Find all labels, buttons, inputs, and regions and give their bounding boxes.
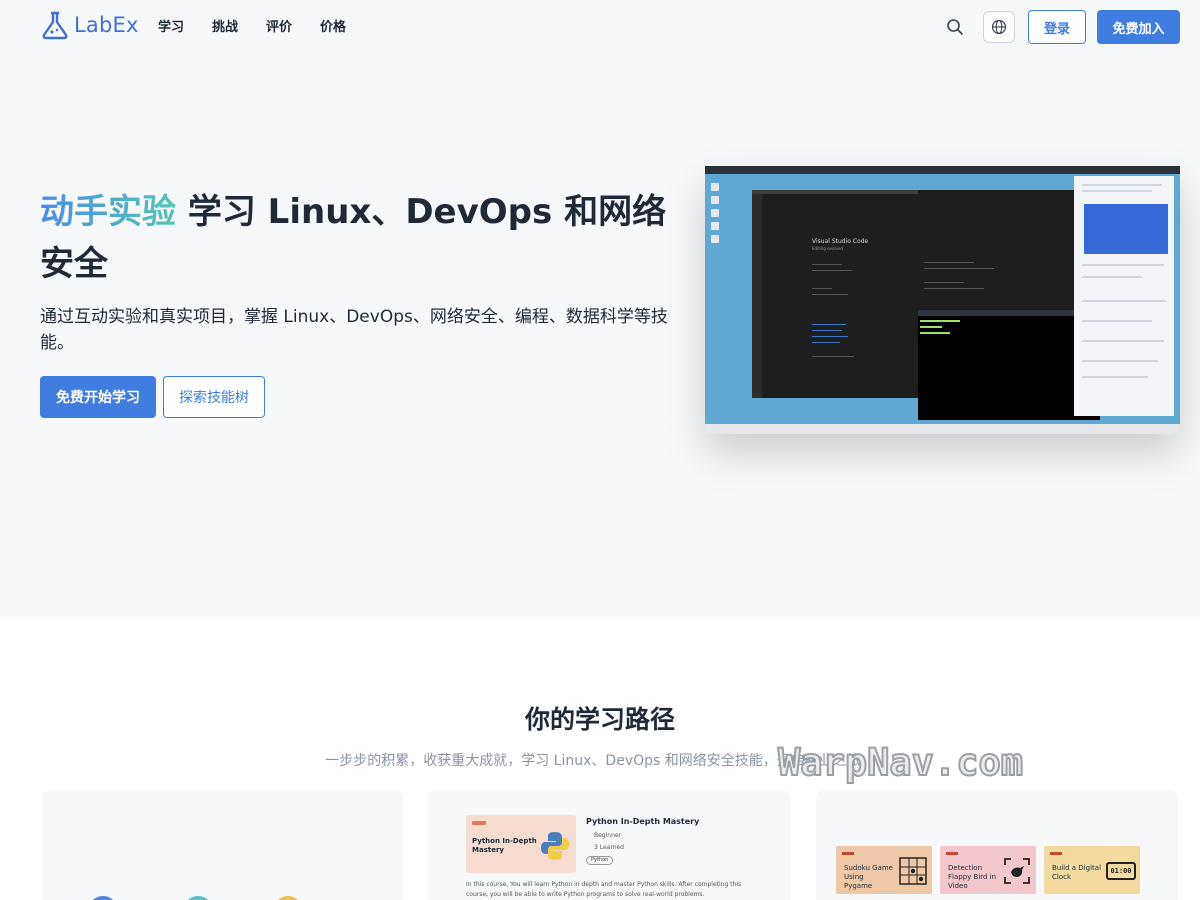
screenshot-editor-pane bbox=[918, 190, 1074, 310]
logo[interactable]: LabEx bbox=[40, 10, 139, 40]
project-card-sudoku[interactable]: Sudoku Game Using Pygame bbox=[836, 846, 932, 894]
course-description: In this course, You will learn Python in… bbox=[466, 881, 742, 898]
project-cards-row: Sudoku Game Using Pygame Detection Flapp… bbox=[816, 790, 1178, 900]
screenshot-topbar bbox=[705, 166, 1180, 174]
project-label: Detection Flappy Bird in Video bbox=[948, 864, 997, 890]
watermark: WarpNav.com bbox=[777, 740, 1024, 785]
search-button[interactable] bbox=[942, 14, 968, 40]
language-button[interactable] bbox=[983, 11, 1015, 43]
nav-reviews[interactable]: 评价 bbox=[266, 16, 292, 35]
top-navbar: LabEx 学习 挑战 评价 价格 登录 免费加入 bbox=[0, 0, 1200, 52]
logo-text: LabEx bbox=[74, 13, 139, 37]
sudoku-grid-icon bbox=[899, 857, 927, 885]
nav-challenge[interactable]: 挑战 bbox=[212, 16, 238, 35]
join-free-button[interactable]: 免费加入 bbox=[1097, 10, 1180, 44]
start-learning-button[interactable]: 免费开始学习 bbox=[40, 376, 156, 418]
vscode-title: Visual Studio Code bbox=[812, 238, 869, 245]
learning-path-title: 你的学习路径 bbox=[524, 705, 675, 734]
nav-learn[interactable]: 学习 bbox=[158, 16, 184, 35]
digital-clock-icon: 01:00 bbox=[1106, 862, 1136, 880]
project-card-flappy-bird[interactable]: Detection Flappy Bird in Video bbox=[940, 846, 1036, 894]
learning-path-card[interactable] bbox=[43, 790, 403, 900]
vscode-subtitle: Editing evolved bbox=[812, 246, 843, 251]
screenshot-video bbox=[1084, 204, 1168, 254]
bird-detection-icon bbox=[1004, 858, 1030, 884]
path-step-dot bbox=[273, 896, 303, 900]
path-step-dot bbox=[88, 896, 118, 900]
course-title[interactable]: Python In-Depth Mastery bbox=[586, 817, 699, 826]
course-thumbnail-label: Python In-Depth Mastery bbox=[472, 837, 537, 854]
hero-title: 动手实验 学习 Linux、DevOps 和网络安全 bbox=[40, 186, 700, 290]
project-card-digital-clock[interactable]: Build a Digital Clock 01:00 bbox=[1044, 846, 1140, 894]
screenshot-dock bbox=[709, 178, 723, 258]
course-card[interactable]: Python In-Depth Mastery Python In-Depth … bbox=[428, 790, 790, 900]
project-label: Build a Digital Clock bbox=[1052, 864, 1102, 881]
screenshot-vscode-window: Visual Studio Code Editing evolved bbox=[752, 190, 918, 398]
lab-environment-screenshot: Visual Studio Code Editing evolved bbox=[705, 166, 1180, 434]
login-button[interactable]: 登录 bbox=[1028, 10, 1086, 44]
explore-skill-tree-button[interactable]: 探索技能树 bbox=[163, 376, 265, 418]
python-logo-icon bbox=[541, 832, 569, 860]
course-learned-count: 3 Learned bbox=[594, 844, 624, 851]
screenshot-taskbar bbox=[705, 424, 1180, 434]
screenshot-side-panel bbox=[1074, 176, 1174, 416]
course-tag[interactable]: Python bbox=[586, 856, 614, 865]
main-nav: 学习 挑战 评价 价格 bbox=[158, 16, 346, 35]
hero-subtitle: 通过互动实验和真实项目，掌握 Linux、DevOps、网络安全、编程、数据科学… bbox=[40, 307, 668, 353]
nav-pricing[interactable]: 价格 bbox=[320, 16, 346, 35]
globe-icon bbox=[991, 19, 1007, 35]
path-step-dot bbox=[183, 896, 213, 900]
hero-section: 动手实验 学习 Linux、DevOps 和网络安全 通过互动实验和真实项目，掌… bbox=[0, 52, 1200, 617]
hero-title-highlight: 动手实验 bbox=[40, 192, 176, 232]
course-thumbnail: Python In-Depth Mastery bbox=[466, 815, 576, 873]
course-level: Beginner bbox=[594, 832, 622, 839]
project-label: Sudoku Game Using Pygame bbox=[844, 864, 893, 890]
flask-logo-icon bbox=[42, 11, 68, 40]
screenshot-terminal bbox=[918, 310, 1100, 420]
search-icon bbox=[947, 19, 963, 35]
